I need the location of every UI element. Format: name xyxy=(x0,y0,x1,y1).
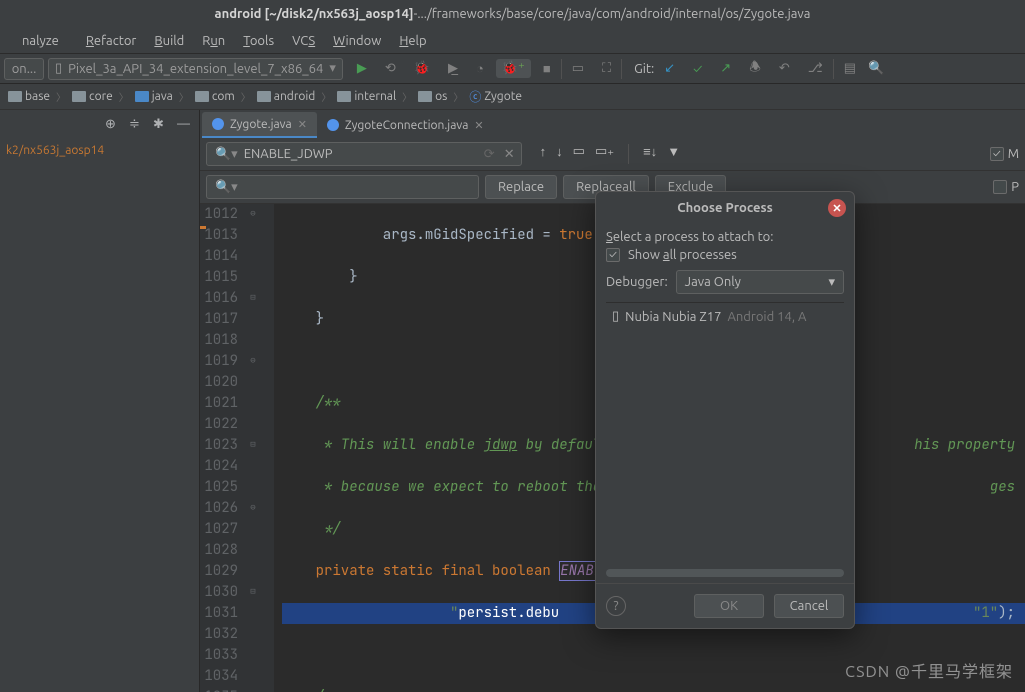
breadcrumb: base〉 core〉 java〉 com〉 android〉 internal… xyxy=(0,84,1025,110)
funnel-icon[interactable]: ▼ xyxy=(667,144,680,164)
git-branch-icon[interactable]: ⎇ xyxy=(802,59,829,78)
title-path: .../frameworks/base/core/java/com/androi… xyxy=(417,7,810,21)
git-history-icon[interactable]: 🕭 xyxy=(743,56,767,82)
tab-zygote[interactable]: Zygote.java✕ xyxy=(202,112,317,138)
bc-os[interactable]: os xyxy=(414,90,451,103)
next-match-icon[interactable]: ↓ xyxy=(556,144,563,164)
menu-window[interactable]: Window xyxy=(333,34,381,48)
select-all-icon[interactable]: ▭ xyxy=(573,144,585,164)
device-item[interactable]: ▯ Nubia Nubia Z17 Android 14, A xyxy=(606,303,844,330)
clear-icon[interactable]: ✕ xyxy=(504,147,515,162)
close-icon[interactable]: ✕ xyxy=(298,118,307,131)
avd-icon[interactable]: ▭ xyxy=(566,59,590,78)
filter-icon[interactable]: ≡↓ xyxy=(643,144,657,164)
expand-icon[interactable]: ≑ xyxy=(129,117,145,133)
project-panel: ⊕ ≑ ✱ — k2/nx563j_aosp14 xyxy=(0,110,200,692)
chevron-down-icon: ▾ xyxy=(828,275,835,290)
main-toolbar: on... ▯ Pixel_3a_API_34_extension_level_… xyxy=(0,54,1025,84)
prev-match-icon[interactable]: ↑ xyxy=(540,144,547,164)
debugger-select[interactable]: Java Only ▾ xyxy=(676,270,844,294)
search-icon: 🔍▾ xyxy=(215,180,238,195)
apply-changes-icon[interactable]: ⟲ xyxy=(379,59,402,78)
attach-debugger-icon[interactable]: 🐞⁺ xyxy=(496,59,531,78)
phone-icon: ▯ xyxy=(612,309,619,324)
java-file-icon xyxy=(212,118,224,130)
find-bar: 🔍▾ ENABLE_JDWP ⟳ ✕ ↑ ↓ ▭ ▭₊ ≡↓ ▼ M xyxy=(200,138,1025,171)
fold-gutter: ⊖ ⊟ ⊖ ⊟ ⊖ ⊟ xyxy=(246,204,262,692)
history-icon[interactable]: ⟳ xyxy=(484,147,495,162)
find-input[interactable]: 🔍▾ ENABLE_JDWP ⟳ ✕ xyxy=(206,142,522,166)
menu-tools[interactable]: Tools xyxy=(243,34,274,48)
replace-input[interactable]: 🔍▾ xyxy=(206,175,479,199)
device-list: ▯ Nubia Nubia Z17 Android 14, A xyxy=(606,302,844,565)
collapse-panel-icon[interactable]: — xyxy=(177,117,193,133)
bc-zygote[interactable]: ⓒZygote xyxy=(465,88,526,105)
menu-refactor[interactable]: Refactor xyxy=(86,34,137,48)
debug-icon[interactable]: 🐞 xyxy=(408,59,436,78)
device-selector[interactable]: ▯ Pixel_3a_API_34_extension_level_7_x86_… xyxy=(48,58,343,80)
dialog-prompt: Select a process to attach to: xyxy=(606,230,844,244)
show-all-processes-label: Show all processes xyxy=(628,248,737,262)
search-everywhere-icon[interactable]: 🔍 xyxy=(862,59,890,78)
horizontal-scrollbar[interactable] xyxy=(606,569,844,577)
run-icon[interactable]: ▶ xyxy=(351,59,373,78)
menu-run[interactable]: Run xyxy=(202,34,225,48)
sdk-icon[interactable]: ⛶ xyxy=(596,59,617,78)
git-update-icon[interactable]: ↙ xyxy=(658,59,681,78)
editor-tabs: Zygote.java✕ ZygoteConnection.java✕ xyxy=(200,110,1025,138)
dialog-close-button[interactable]: ✕ xyxy=(828,199,846,217)
line-gutter: 1012101310141015101610171018101910201021… xyxy=(200,204,246,692)
project-root[interactable]: k2/nx563j_aosp14 xyxy=(0,140,199,161)
dialog-title: Choose Process ✕ xyxy=(596,192,854,224)
menu-help[interactable]: Help xyxy=(399,34,426,48)
add-selection-icon[interactable]: ▭₊ xyxy=(595,144,614,164)
menu-build[interactable]: Build xyxy=(154,34,184,48)
show-all-processes-checkbox[interactable] xyxy=(606,248,620,262)
choose-process-dialog: Choose Process ✕ Select a process to att… xyxy=(595,191,855,629)
ok-button[interactable]: OK xyxy=(694,594,764,618)
replace-button[interactable]: Replace xyxy=(485,175,557,199)
profiler-icon[interactable]: ◔ xyxy=(470,59,490,78)
tab-zygote-connection[interactable]: ZygoteConnection.java✕ xyxy=(317,112,494,138)
coverage-icon[interactable]: ▶̲ xyxy=(442,59,464,78)
locate-icon[interactable]: ⊕ xyxy=(105,117,121,133)
git-push-icon[interactable]: ↗ xyxy=(714,59,737,78)
bc-core[interactable]: core xyxy=(68,90,117,103)
settings-icon[interactable]: ✱ xyxy=(153,117,169,133)
menu-vcs[interactable]: VCS xyxy=(292,34,315,48)
menu-analyze[interactable]: nalyze xyxy=(13,34,68,48)
bc-internal[interactable]: internal xyxy=(333,90,400,103)
java-file-icon xyxy=(327,119,339,131)
close-icon[interactable]: ✕ xyxy=(474,119,483,132)
preserve-case-checkbox[interactable]: P xyxy=(993,180,1019,194)
git-label: Git: xyxy=(634,62,654,76)
menu-bar: nalyze Refactor Build Run Tools VCS Wind… xyxy=(0,28,1025,54)
help-button[interactable]: ? xyxy=(606,596,626,616)
bc-base[interactable]: base xyxy=(4,90,54,103)
search-icon: 🔍▾ xyxy=(215,147,238,162)
bc-android[interactable]: android xyxy=(253,90,320,103)
run-config-left[interactable]: on... xyxy=(4,58,44,80)
bc-java[interactable]: java xyxy=(131,90,177,103)
chevron-down-icon: ▾ xyxy=(329,61,336,76)
debugger-label: Debugger: xyxy=(606,275,668,289)
match-case-checkbox[interactable]: M xyxy=(990,147,1019,161)
cancel-button[interactable]: Cancel xyxy=(774,594,844,618)
git-revert-icon[interactable]: ↶ xyxy=(773,59,796,78)
structure-icon[interactable]: ▤ xyxy=(838,59,862,78)
git-commit-icon[interactable]: ✓ xyxy=(687,60,708,78)
stop-icon[interactable]: ■ xyxy=(537,59,557,78)
bc-com[interactable]: com xyxy=(191,90,239,103)
breakpoint-marker[interactable] xyxy=(200,226,206,229)
title-bar: android [~/disk2/nx563j_aosp14] - .../fr… xyxy=(0,0,1025,28)
phone-icon: ▯ xyxy=(55,61,62,76)
title-project: android [~/disk2/nx563j_aosp14] xyxy=(215,7,414,21)
